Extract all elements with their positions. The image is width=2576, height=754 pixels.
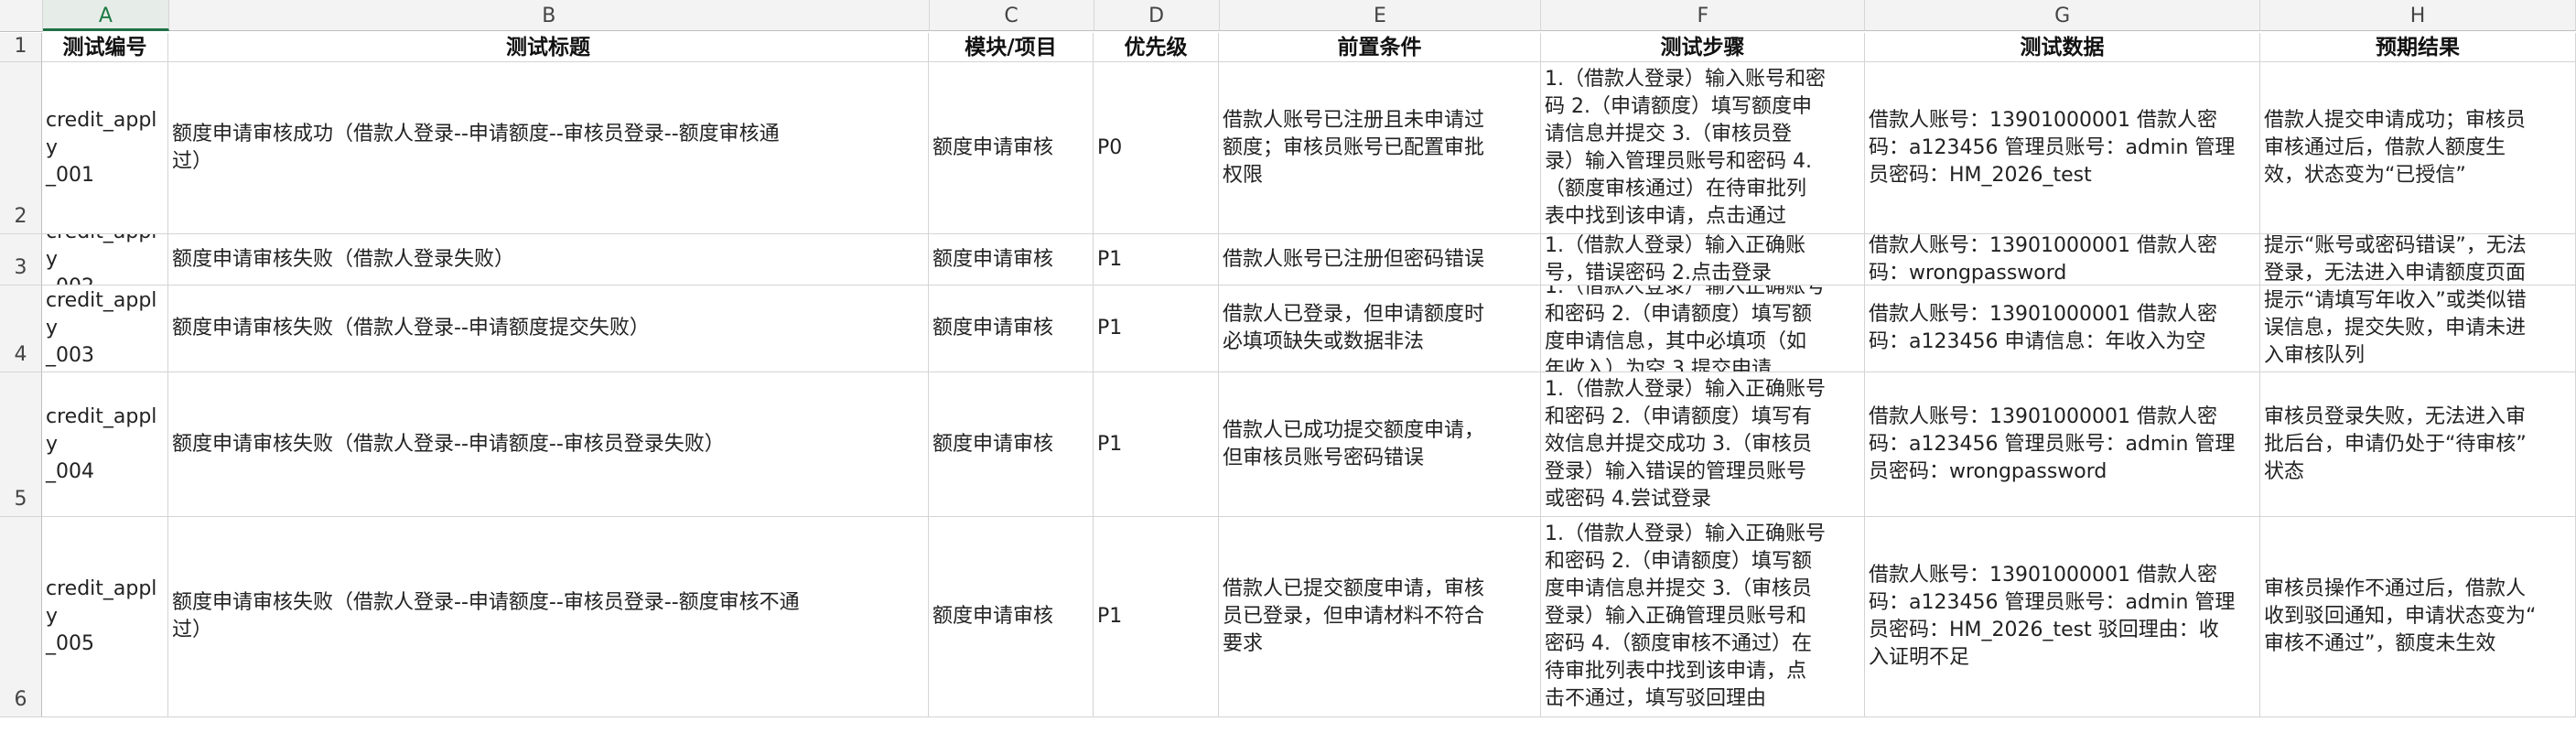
table-cell[interactable]: credit_apply _002 xyxy=(42,234,168,285)
row-number[interactable]: 1 xyxy=(0,33,42,62)
table-cell[interactable]: P1 xyxy=(1094,517,1219,717)
table-cell[interactable]: 提示“账号或密码错误”，无法 登录，无法进入申请额度页面 xyxy=(2260,234,2576,285)
table-cell[interactable]: 审核员操作不通过后，借款人 收到驳回通知，申请状态变为“ 审核不通过”，额度未生… xyxy=(2260,517,2576,717)
table-cell[interactable]: credit_apply _003 xyxy=(42,285,168,372)
column-header-g[interactable]: G xyxy=(1865,0,2261,31)
table-cell[interactable]: 额度申请审核 xyxy=(929,372,1094,517)
table-cell[interactable]: 借款人账号已注册且未申请过 额度；审核员账号已配置审批 权限 xyxy=(1219,62,1541,234)
table-cell[interactable]: 借款人已登录，但申请额度时 必填项缺失或数据非法 xyxy=(1219,285,1541,372)
table-cell[interactable]: 借款人提交申请成功；审核员 审核通过后，借款人额度生 效，状态变为“已授信” xyxy=(2260,62,2576,234)
column-header-h[interactable]: H xyxy=(2260,0,2576,31)
row-number-label: 6 xyxy=(14,688,27,711)
table-row: 3 credit_apply _002额度申请审核失败（借款人登录失败）额度申请审… xyxy=(0,234,2576,285)
table-cell[interactable]: 额度申请审核失败（借款人登录--申请额度--审核员登录失败） xyxy=(168,372,929,517)
table-cell[interactable]: 额度申请审核失败（借款人登录失败） xyxy=(168,234,929,285)
header-cell[interactable]: 优先级 xyxy=(1094,33,1219,62)
table-cell[interactable]: 额度申请审核 xyxy=(929,62,1094,234)
header-row: 1 测试编号 测试标题 模块/项目 优先级 前置条件 测试步骤 测试数据 预期结果 xyxy=(0,33,2576,62)
table-cell[interactable]: 借款人账号：13901000001 借款人密 码：a123456 申请信息：年收… xyxy=(1865,285,2260,372)
table-cell[interactable]: 额度申请审核 xyxy=(929,285,1094,372)
table-cell[interactable]: P1 xyxy=(1094,285,1219,372)
table-cell[interactable]: 审核员登录失败，无法进入审 批后台，申请仍处于“待审核” 状态 xyxy=(2260,372,2576,517)
table-cell[interactable]: credit_apply _004 xyxy=(42,372,168,517)
column-header-b[interactable]: B xyxy=(168,0,930,31)
column-header-a[interactable]: A xyxy=(42,0,169,31)
table-row: 6 credit_apply _005 额度申请审核失败（借款人登录--申请额度--… xyxy=(0,517,2576,717)
column-header-c[interactable]: C xyxy=(929,0,1094,31)
table-cell[interactable]: 额度申请审核失败（借款人登录--申请额度提交失败） xyxy=(168,285,929,372)
table-cell[interactable]: 1.（借款人登录）输入正确账号 和密码 2.（申请额度）填写额 度申请信息，其中… xyxy=(1541,285,1865,372)
header-cell[interactable]: 前置条件 xyxy=(1219,33,1541,62)
table-cell[interactable]: 借款人账号：13901000001 借款人密 码：a123456 管理员账号：a… xyxy=(1865,62,2260,234)
row-number-label: 5 xyxy=(14,488,27,511)
row-number-label: 3 xyxy=(14,256,27,279)
row-number[interactable]: 2 xyxy=(0,62,42,234)
table-cell[interactable]: 借款人已提交额度申请，审核 员已登录，但申请材料不符合 要求 xyxy=(1219,517,1541,717)
header-cell[interactable]: 预期结果 xyxy=(2260,33,2576,62)
header-cell[interactable]: 测试编号 xyxy=(42,33,168,62)
table-cell[interactable]: P0 xyxy=(1094,62,1219,234)
table-cell[interactable]: 借款人账号已注册但密码错误 xyxy=(1219,234,1541,285)
column-header-e[interactable]: E xyxy=(1219,0,1542,31)
table-cell[interactable]: 借款人已成功提交额度申请， 但审核员账号密码错误 xyxy=(1219,372,1541,517)
table-cell[interactable]: credit_apply _005 xyxy=(42,517,168,717)
header-cell[interactable]: 测试数据 xyxy=(1865,33,2260,62)
table-cell[interactable]: 额度申请审核成功（借款人登录--申请额度--审核员登录--额度审核通 过） xyxy=(168,62,929,234)
table-cell[interactable]: 额度申请审核失败（借款人登录--申请额度--审核员登录--额度审核不通 过） xyxy=(168,517,929,717)
table-cell[interactable]: 借款人账号：13901000001 借款人密 码：a123456 管理员账号：a… xyxy=(1865,372,2260,517)
row-number[interactable]: 4 xyxy=(0,285,42,372)
column-header-f[interactable]: F xyxy=(1541,0,1866,31)
row-number[interactable]: 5 xyxy=(0,372,42,517)
table-cell[interactable]: credit_apply _001 xyxy=(42,62,168,234)
table-cell[interactable]: 借款人账号：13901000001 借款人密 码：a123456 管理员账号：a… xyxy=(1865,517,2260,717)
row-number-label: 1 xyxy=(14,35,27,58)
table-cell[interactable]: 1.（借款人登录）输入正确账 号，错误密码 2.点击登录 xyxy=(1541,234,1865,285)
table-row: 5 credit_apply _004 额度申请审核失败（借款人登录--申请额度--… xyxy=(0,372,2576,517)
row-number-label: 4 xyxy=(14,343,27,366)
row-number[interactable]: 3 xyxy=(0,234,42,285)
table-cell[interactable]: 额度申请审核 xyxy=(929,234,1094,285)
header-cell[interactable]: 测试步骤 xyxy=(1541,33,1865,62)
table-cell[interactable]: P1 xyxy=(1094,234,1219,285)
spreadsheet: ABCDEFGH 1 测试编号 测试标题 模块/项目 优先级 前置条件 测试步骤 测试数据 预期… xyxy=(0,0,2576,754)
table-row: 2 credit_apply _001 额度申请审核成功（借款人登录--申请额度--… xyxy=(0,62,2576,234)
column-header-bar: ABCDEFGH xyxy=(0,0,2576,33)
cell-grid: 1 测试编号 测试标题 模块/项目 优先级 前置条件 测试步骤 测试数据 预期结果 2 credit… xyxy=(0,33,2576,717)
table-cell[interactable]: 借款人账号：13901000001 借款人密 码：wrongpassword xyxy=(1865,234,2260,285)
table-cell[interactable]: 提示“请填写年收入”或类似错 误信息，提交失败，申请未进 入审核队列 xyxy=(2260,285,2576,372)
header-cell[interactable]: 模块/项目 xyxy=(929,33,1094,62)
table-cell[interactable]: P1 xyxy=(1094,372,1219,517)
column-header-d[interactable]: D xyxy=(1094,0,1220,31)
table-cell[interactable]: 1.（借款人登录）输入账号和密 码 2.（申请额度）填写额度申 请信息并提交 3… xyxy=(1541,62,1865,234)
select-all-corner[interactable] xyxy=(0,0,43,32)
table-cell[interactable]: 1.（借款人登录）输入正确账号 和密码 2.（申请额度）填写额 度申请信息并提交… xyxy=(1541,517,1865,717)
header-cell[interactable]: 测试标题 xyxy=(168,33,929,62)
row-number[interactable]: 6 xyxy=(0,517,42,717)
row-number-label: 2 xyxy=(14,205,27,228)
table-cell[interactable]: 额度申请审核 xyxy=(929,517,1094,717)
table-cell[interactable]: 1.（借款人登录）输入正确账号 和密码 2.（申请额度）填写有 效信息并提交成功… xyxy=(1541,372,1865,517)
table-row: 4 credit_apply _003 额度申请审核失败（借款人登录--申请额度提交… xyxy=(0,285,2576,372)
